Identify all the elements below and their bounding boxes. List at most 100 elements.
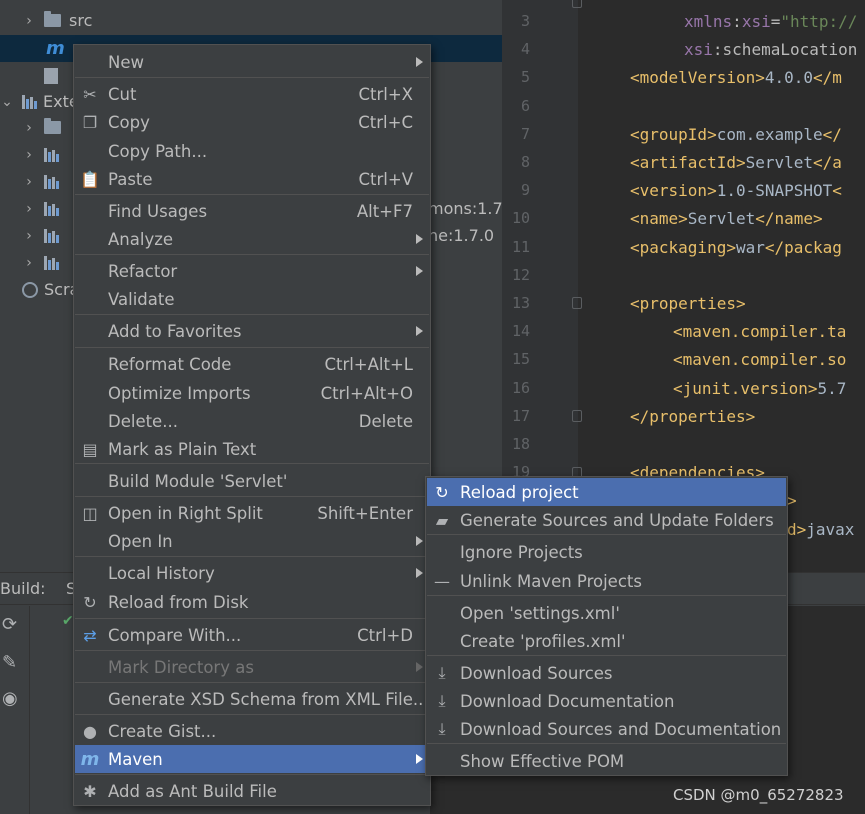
chevron-right-icon[interactable]: ›: [22, 120, 36, 136]
tree-item-file[interactable]: [44, 62, 58, 89]
rerun-icon[interactable]: ⟳: [2, 614, 17, 635]
chevron-right-icon[interactable]: ›: [22, 147, 36, 163]
code-line: <artifactId>Servlet</a: [630, 153, 842, 172]
library-icon: [44, 201, 59, 216]
code-token: <version>: [630, 181, 717, 201]
fold-marker-icon[interactable]: [572, 410, 582, 422]
submenu-arrow-icon: [416, 266, 423, 276]
fold-marker-icon[interactable]: [572, 297, 582, 309]
tree-item-library[interactable]: ›: [22, 222, 59, 249]
menu-separator: [75, 496, 429, 497]
menu-item-reformat-code[interactable]: Reformat Code Ctrl+Alt+L: [75, 350, 429, 378]
menu-item-delete[interactable]: Delete... Delete: [75, 407, 429, 435]
code-line: <maven.compiler.so: [673, 350, 846, 369]
maven-item-generate-sources-and-update-folders[interactable]: ▰ Generate Sources and Update Folders: [427, 506, 786, 534]
maven-item-open-settings-xml[interactable]: Open 'settings.xml': [427, 599, 786, 627]
tree-item-library[interactable]: ›: [22, 249, 59, 276]
menu-item-find-usages[interactable]: Find Usages Alt+F7: [75, 197, 429, 225]
code-token: </: [822, 124, 842, 144]
tree-item-jdk[interactable]: ›: [22, 114, 61, 141]
maven-item-download-sources[interactable]: ⤓ Download Sources: [427, 659, 786, 687]
chevron-right-icon[interactable]: ›: [22, 201, 36, 217]
line-number: 7: [520, 124, 530, 143]
chevron-right-icon[interactable]: ›: [22, 228, 36, 244]
maven-icon: m: [80, 748, 100, 770]
menu-item-label: Add as Ant Build File: [108, 781, 277, 801]
code-token: <groupId>: [630, 124, 717, 144]
menu-item-label: Delete...: [108, 411, 178, 431]
menu-item-add-as-ant-build-file[interactable]: ✱ Add as Ant Build File: [75, 777, 429, 805]
menu-item-mark-directory-as[interactable]: Mark Directory as: [75, 653, 429, 681]
maven-item-unlink-maven-projects[interactable]: — Unlink Maven Projects: [427, 567, 786, 595]
menu-item-local-history[interactable]: Local History: [75, 559, 429, 587]
chevron-right-icon[interactable]: ›: [22, 13, 36, 29]
tree-item-scratches[interactable]: Scra: [22, 276, 79, 303]
line-number: 10: [511, 209, 530, 228]
menu-item-open-in-right-split[interactable]: ◫ Open in Right Split Shift+Enter: [75, 499, 429, 527]
fold-marker-icon[interactable]: [572, 0, 582, 8]
menu-item-mark-as-plain-text[interactable]: ▤ Mark as Plain Text: [75, 435, 429, 463]
menu-item-label: Ignore Projects: [460, 542, 583, 562]
submenu-arrow-icon: [416, 754, 423, 764]
menu-item-label: Generate Sources and Update Folders: [460, 510, 774, 530]
menu-item-open-in[interactable]: Open In: [75, 527, 429, 555]
chevron-right-icon[interactable]: ›: [22, 255, 36, 271]
menu-item-validate[interactable]: Validate: [75, 285, 429, 313]
chevron-down-icon[interactable]: ⌄: [0, 94, 14, 110]
code-token: <properties>: [630, 294, 746, 313]
tree-item-external-libraries[interactable]: ⌄ Exte: [0, 88, 79, 115]
menu-item-cut[interactable]: ✂ Cut Ctrl+X: [75, 80, 429, 108]
menu-item-generate-xsd-schema-from-xml-file[interactable]: Generate XSD Schema from XML File...: [75, 685, 429, 713]
code-token: <name>: [630, 209, 688, 229]
submenu-arrow-icon: [416, 57, 423, 67]
maven-item-download-sources-and-documentation[interactable]: ⤓ Download Sources and Documentation: [427, 715, 786, 743]
menu-item-compare-with[interactable]: ⇄ Compare With... Ctrl+D: [75, 621, 429, 649]
menu-separator: [75, 682, 429, 683]
github-icon: ●: [83, 721, 97, 741]
copy-icon: ❐: [82, 112, 98, 132]
menu-separator: [427, 534, 786, 535]
tree-item-library[interactable]: ›: [22, 141, 59, 168]
maven-item-download-documentation[interactable]: ⤓ Download Documentation: [427, 687, 786, 715]
folder-icon: [44, 11, 61, 27]
maven-item-show-effective-pom[interactable]: Show Effective POM: [427, 747, 786, 775]
menu-item-maven[interactable]: m Maven: [75, 745, 429, 773]
menu-item-reload-from-disk[interactable]: ↻ Reload from Disk: [75, 588, 429, 616]
menu-item-copy[interactable]: ❐ Copy Ctrl+C: [75, 108, 429, 136]
menu-item-label: Generate XSD Schema from XML File...: [108, 689, 429, 709]
menu-item-copy-path[interactable]: Copy Path...: [75, 137, 429, 165]
menu-item-paste[interactable]: 📋 Paste Ctrl+V: [75, 165, 429, 193]
menu-item-analyze[interactable]: Analyze: [75, 225, 429, 253]
tree-item-library[interactable]: ›: [22, 195, 59, 222]
menu-item-label: Mark as Plain Text: [108, 439, 257, 459]
maven-item-reload-project[interactable]: ↻ Reload project: [427, 478, 786, 506]
code-line: <maven.compiler.ta: [673, 322, 846, 341]
code-token: <modelVersion>: [630, 68, 765, 88]
menu-item-label: Maven: [108, 749, 163, 769]
line-number: 8: [520, 153, 530, 171]
menu-item-build-module-servlet[interactable]: Build Module 'Servlet': [75, 467, 429, 495]
menu-separator: [75, 254, 429, 255]
menu-item-label: Show Effective POM: [460, 751, 625, 771]
menu-item-label: Open in Right Split: [108, 503, 263, 523]
menu-item-label: Reformat Code: [108, 354, 232, 374]
chevron-right-icon[interactable]: ›: [22, 174, 36, 190]
menu-item-refactor[interactable]: Refactor: [75, 257, 429, 285]
library-icon: [22, 94, 37, 109]
code-token: <: [832, 181, 842, 201]
menu-item-add-to-favorites[interactable]: Add to Favorites: [75, 317, 429, 345]
jdk-folder-icon: [44, 118, 61, 134]
tree-item-library[interactable]: ›: [22, 168, 59, 195]
code-line: >: [787, 491, 797, 510]
menu-item-new[interactable]: New: [75, 48, 429, 76]
library-icon: [44, 228, 59, 243]
menu-item-create-gist[interactable]: ● Create Gist...: [75, 717, 429, 745]
code-line: <name>Servlet</name>: [630, 209, 823, 228]
maven-item-ignore-projects[interactable]: Ignore Projects: [427, 538, 786, 566]
menu-item-optimize-imports[interactable]: Optimize Imports Ctrl+Alt+O: [75, 379, 429, 407]
maven-item-create-profiles-xml[interactable]: Create 'profiles.xml': [427, 627, 786, 655]
menu-separator: [75, 556, 429, 557]
pin-icon[interactable]: ✎: [2, 652, 17, 673]
eye-icon[interactable]: ◉: [2, 688, 18, 709]
tree-item-src[interactable]: › src: [22, 7, 92, 34]
